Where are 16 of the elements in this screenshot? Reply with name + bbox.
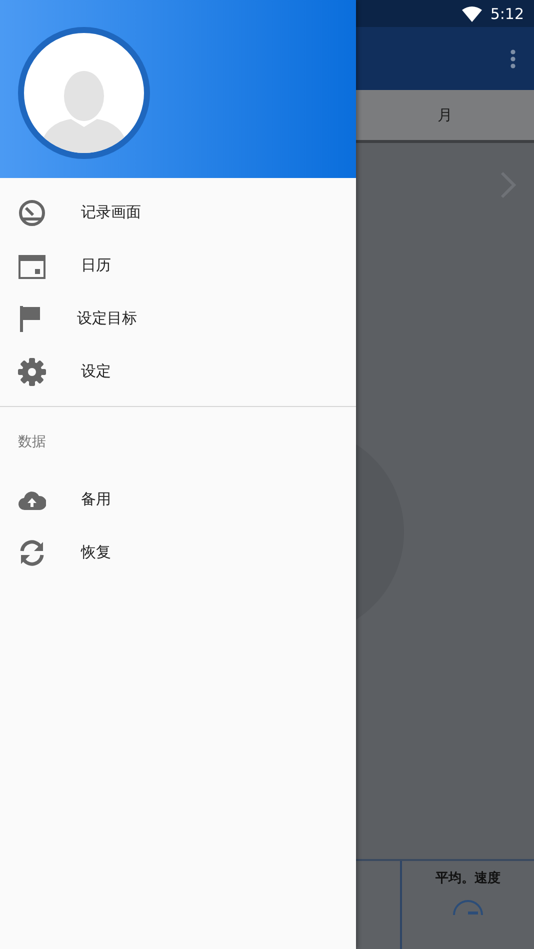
section-title: 数据 bbox=[17, 433, 47, 452]
cloud-upload-icon bbox=[18, 488, 46, 510]
menu-item[interactable]: 备用 bbox=[0, 473, 356, 526]
menu-item[interactable]: 日历 bbox=[0, 239, 356, 292]
flag-icon bbox=[18, 304, 42, 332]
menu-item[interactable]: 恢复 bbox=[0, 526, 356, 579]
card-label: 平均。速度 bbox=[436, 870, 500, 887]
more-icon[interactable] bbox=[510, 48, 516, 68]
tab[interactable]: 月 bbox=[356, 106, 534, 124]
gauge-icon bbox=[18, 198, 46, 226]
menu-item[interactable]: 设定目标 bbox=[0, 292, 356, 345]
refresh-icon bbox=[18, 538, 46, 566]
menu-item[interactable]: 设定 bbox=[0, 345, 356, 398]
menu-item[interactable]: 记录画面 bbox=[0, 186, 356, 239]
wifi-icon bbox=[462, 6, 482, 22]
status-time: 5:12 bbox=[490, 4, 524, 22]
